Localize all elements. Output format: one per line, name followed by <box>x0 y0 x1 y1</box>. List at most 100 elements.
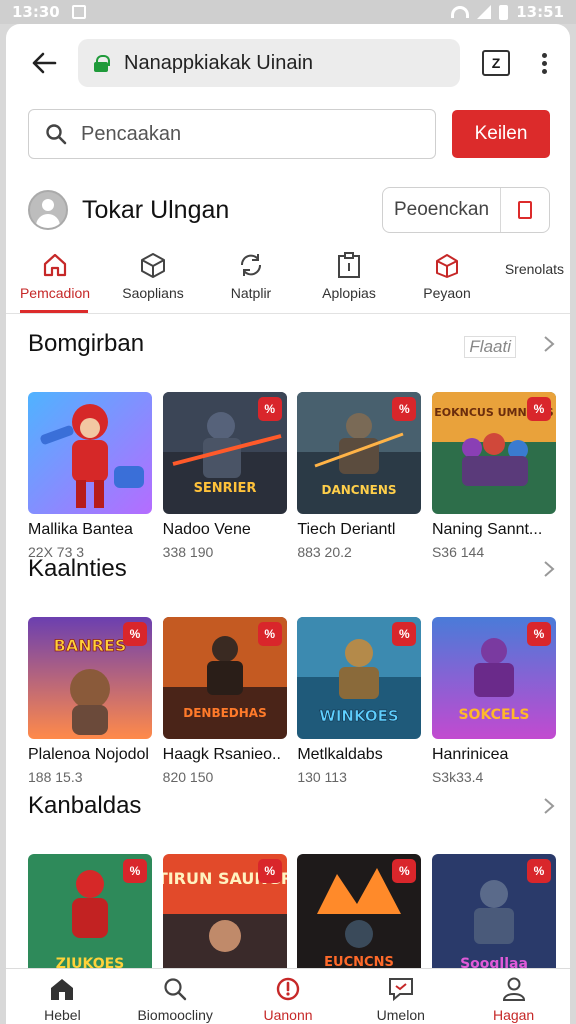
game-thumbnail: ZIUKOES % <box>28 854 152 976</box>
store-action-button[interactable]: Peoenckan <box>382 187 550 233</box>
gift-icon <box>436 254 458 278</box>
card-row: BANRES % Plalenoa Nojodol 188 15.3 DENBE… <box>28 617 556 785</box>
game-thumbnail: DENBEDHAS % <box>162 617 287 739</box>
clipboard-icon <box>338 252 360 278</box>
back-button[interactable] <box>24 43 64 83</box>
tabs-button[interactable]: Z <box>482 50 510 76</box>
wifi-icon <box>451 6 470 18</box>
game-card[interactable]: BANRES % Plalenoa Nojodol 188 15.3 <box>28 617 152 785</box>
category-label: Peyaon <box>423 285 471 301</box>
status-time-right: 13:51 <box>516 3 564 21</box>
category-tab-home[interactable]: Pemcadion <box>6 249 104 313</box>
thumbnail-text: DENBEDHAS <box>183 706 266 720</box>
game-thumbnail: DANCNENS % <box>297 392 422 514</box>
nav-label: Hagan <box>492 1007 535 1023</box>
nav-item-search[interactable]: Biomoocliny <box>119 969 232 1024</box>
card-row: Mallika Bantea 22X 73 3 SENRIER % Nadoo … <box>28 392 556 560</box>
game-title: Mallika Bantea <box>28 521 133 538</box>
search-icon <box>164 978 187 1001</box>
game-card[interactable]: EUCNCNS % <box>297 854 422 976</box>
see-all-link[interactable]: Flaati <box>464 336 516 358</box>
category-bar: Pemcadion Saoplians Natplir Aplopias Pey… <box>6 249 570 313</box>
game-card[interactable]: DENBEDHAS % Haagk Rsanieo.. 820 150 <box>162 617 287 785</box>
category-tab-box[interactable]: Saoplians <box>104 249 202 311</box>
arrow-left-icon <box>32 52 57 74</box>
dot-icon <box>541 52 547 58</box>
game-meta: 188 15.3 <box>28 769 83 785</box>
game-title: Hanrinicea <box>431 746 509 763</box>
game-thumbnail: Soogllaa % <box>431 854 556 976</box>
dot-icon <box>541 60 547 66</box>
category-label: Natplir <box>230 285 272 301</box>
divider <box>6 313 570 314</box>
game-card[interactable]: SOKCELS % Hanrinicea S3k33.4 <box>431 617 556 785</box>
game-card[interactable]: Mallika Bantea 22X 73 3 <box>28 392 152 560</box>
category-tab-clipboard[interactable]: Aplopias <box>300 249 398 311</box>
bookmark-icon[interactable] <box>501 201 549 219</box>
game-card[interactable]: WINKOES % Metlkaldabs 130 113 <box>297 617 422 785</box>
nav-label: Uanonn <box>263 1007 313 1023</box>
hot-badge: % <box>392 397 417 421</box>
thumbnail-text: DANCNENS <box>322 483 397 497</box>
game-card[interactable]: Soogllaa % <box>431 854 556 976</box>
alert-icon <box>276 977 300 1001</box>
game-meta: S3k33.4 <box>431 769 484 785</box>
home-icon <box>51 979 74 1000</box>
game-meta: 130 113 <box>297 769 347 785</box>
tab-count: Z <box>491 55 501 71</box>
category-tab-recycle[interactable]: Natplir <box>202 249 300 311</box>
section-kanbaldas: Kanbaldas ZIUKOES % TIRUN SAUNGR % EUCNC… <box>6 788 570 976</box>
hot-badge: % <box>123 859 147 883</box>
overflow-menu-button[interactable] <box>532 48 556 78</box>
search-icon <box>46 124 67 145</box>
category-label: Pemcadion <box>19 285 91 301</box>
thumbnail-text: SENRIER <box>193 481 256 496</box>
lock-icon <box>94 55 110 72</box>
game-thumbnail: SENRIER % <box>162 392 287 514</box>
game-title: Plalenoa Nojodol <box>28 746 149 763</box>
dot-icon <box>541 68 547 74</box>
hot-badge: % <box>392 859 417 883</box>
nav-item-alert[interactable]: Uanonn <box>232 969 345 1024</box>
address-bar[interactable]: Nanappkiakak Uinain <box>78 39 460 87</box>
nav-item-profile[interactable]: Hagan <box>457 969 570 1024</box>
game-meta: 820 150 <box>162 769 214 785</box>
search-input[interactable] <box>81 122 381 146</box>
game-card[interactable]: TIRUN SAUNGR % <box>162 854 287 976</box>
search-row: Keilen <box>28 109 550 159</box>
category-tab-gift[interactable]: Peyaon <box>398 249 496 311</box>
game-thumbnail: BANRES % <box>28 617 152 739</box>
chevron-right-icon[interactable] <box>542 559 556 579</box>
game-card[interactable]: SENRIER % Nadoo Vene 338 190 <box>162 392 287 560</box>
game-card[interactable]: EOKNCUS UMNIEES % Naning Sannt... S36 14… <box>431 392 556 560</box>
avatar[interactable] <box>28 190 68 230</box>
hot-badge: % <box>257 859 282 883</box>
hot-badge: % <box>257 397 282 421</box>
search-box[interactable] <box>28 109 436 159</box>
nav-item-messages[interactable]: Umelon <box>344 969 457 1024</box>
category-more[interactable]: Srenolats <box>505 261 564 277</box>
section-header: Bomgirban Flaati <box>6 326 570 366</box>
hot-badge: % <box>392 622 417 646</box>
notification-icon <box>71 5 86 19</box>
search-button[interactable]: Keilen <box>452 110 550 158</box>
home-icon <box>43 253 67 277</box>
hot-badge: % <box>526 859 551 883</box>
message-icon <box>388 978 413 1002</box>
recycle-icon <box>240 254 262 276</box>
section-header: Kaalnties <box>6 551 570 591</box>
nav-label: Umelon <box>376 1007 425 1023</box>
card-row: ZIUKOES % TIRUN SAUNGR % EUCNCNS % Soogl… <box>28 854 556 976</box>
chevron-right-icon[interactable] <box>542 334 556 354</box>
category-label: Aplopias <box>322 285 376 301</box>
game-card[interactable]: DANCNENS % Tiech Deriantl 883 20.2 <box>297 392 422 560</box>
nav-item-home[interactable]: Hebel <box>6 969 119 1024</box>
section-header: Kanbaldas <box>6 788 570 828</box>
game-title: Tiech Deriantl <box>297 521 396 538</box>
game-thumbnail: WINKOES % <box>297 617 422 739</box>
user-icon <box>502 977 525 1001</box>
game-card[interactable]: ZIUKOES % <box>28 854 152 976</box>
chevron-right-icon[interactable] <box>542 796 556 816</box>
thumbnail-text: BANRES <box>54 636 127 655</box>
nav-label: Biomoocliny <box>137 1007 213 1023</box>
